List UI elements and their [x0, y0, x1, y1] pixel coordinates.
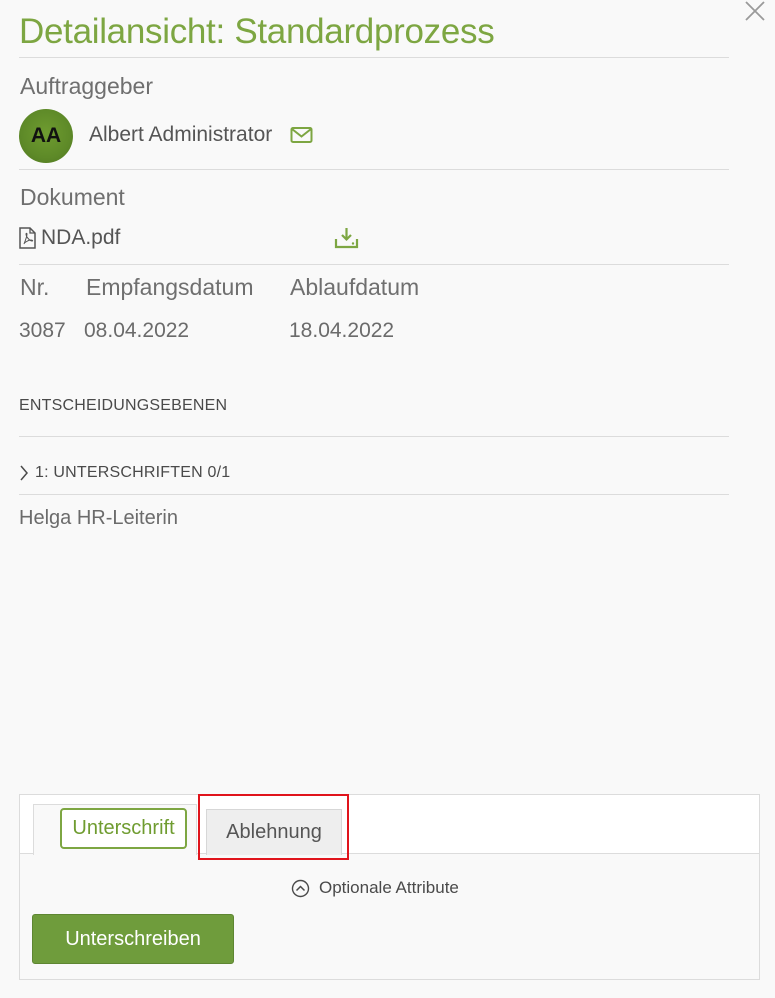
document-heading: Dokument [20, 184, 125, 210]
envelope-icon[interactable] [290, 126, 314, 144]
divider [19, 169, 729, 170]
document-file-link[interactable]: NDA.pdf [41, 226, 120, 250]
divider [19, 494, 729, 495]
value-expiry-date: 18.04.2022 [289, 319, 395, 342]
decision-level-toggle[interactable]: 1: UNTERSCHRIFTEN 0/1 [19, 462, 230, 484]
sign-button[interactable]: Unterschreiben [32, 914, 234, 964]
pdf-file-icon [19, 227, 36, 249]
avatar: AA [19, 109, 73, 163]
action-tabs: Unterschrift Ablehnung [20, 795, 759, 855]
column-header-expiry: Ablaufdatum [290, 274, 420, 300]
client-name: Albert Administrator [89, 123, 273, 146]
detail-view: Detailansicht: Standardprozess Auftragge… [0, 0, 775, 998]
value-nr: 3087 [19, 319, 66, 342]
signer-name: Helga HR-Leiterin [19, 507, 178, 529]
divider [19, 436, 729, 437]
divider [19, 57, 729, 58]
tab-signature[interactable]: Unterschrift [60, 808, 187, 849]
chevron-right-icon [20, 465, 28, 481]
decision-level-label: 1: UNTERSCHRIFTEN 0/1 [35, 464, 231, 481]
page-title: Detailansicht: Standardprozess [19, 12, 495, 51]
optional-attributes-toggle[interactable]: Optionale Attribute [291, 877, 459, 899]
avatar-initials: AA [30, 124, 62, 147]
column-header-nr: Nr. [20, 274, 50, 300]
column-header-received: Empfangsdatum [86, 274, 254, 300]
action-panel: Unterschrift Ablehnung Optionale Attribu… [19, 794, 760, 980]
client-heading: Auftraggeber [20, 73, 153, 99]
decision-levels-heading: ENTSCHEIDUNGSEBENEN [19, 397, 228, 414]
value-received-date: 08.04.2022 [84, 319, 190, 342]
tab-rejection[interactable]: Ablehnung [206, 809, 342, 855]
optional-attributes-label: Optionale Attribute [319, 878, 459, 897]
divider [19, 264, 729, 265]
download-icon[interactable] [334, 226, 359, 250]
close-icon[interactable] [742, 0, 768, 24]
chevron-up-circle-icon [291, 879, 310, 897]
